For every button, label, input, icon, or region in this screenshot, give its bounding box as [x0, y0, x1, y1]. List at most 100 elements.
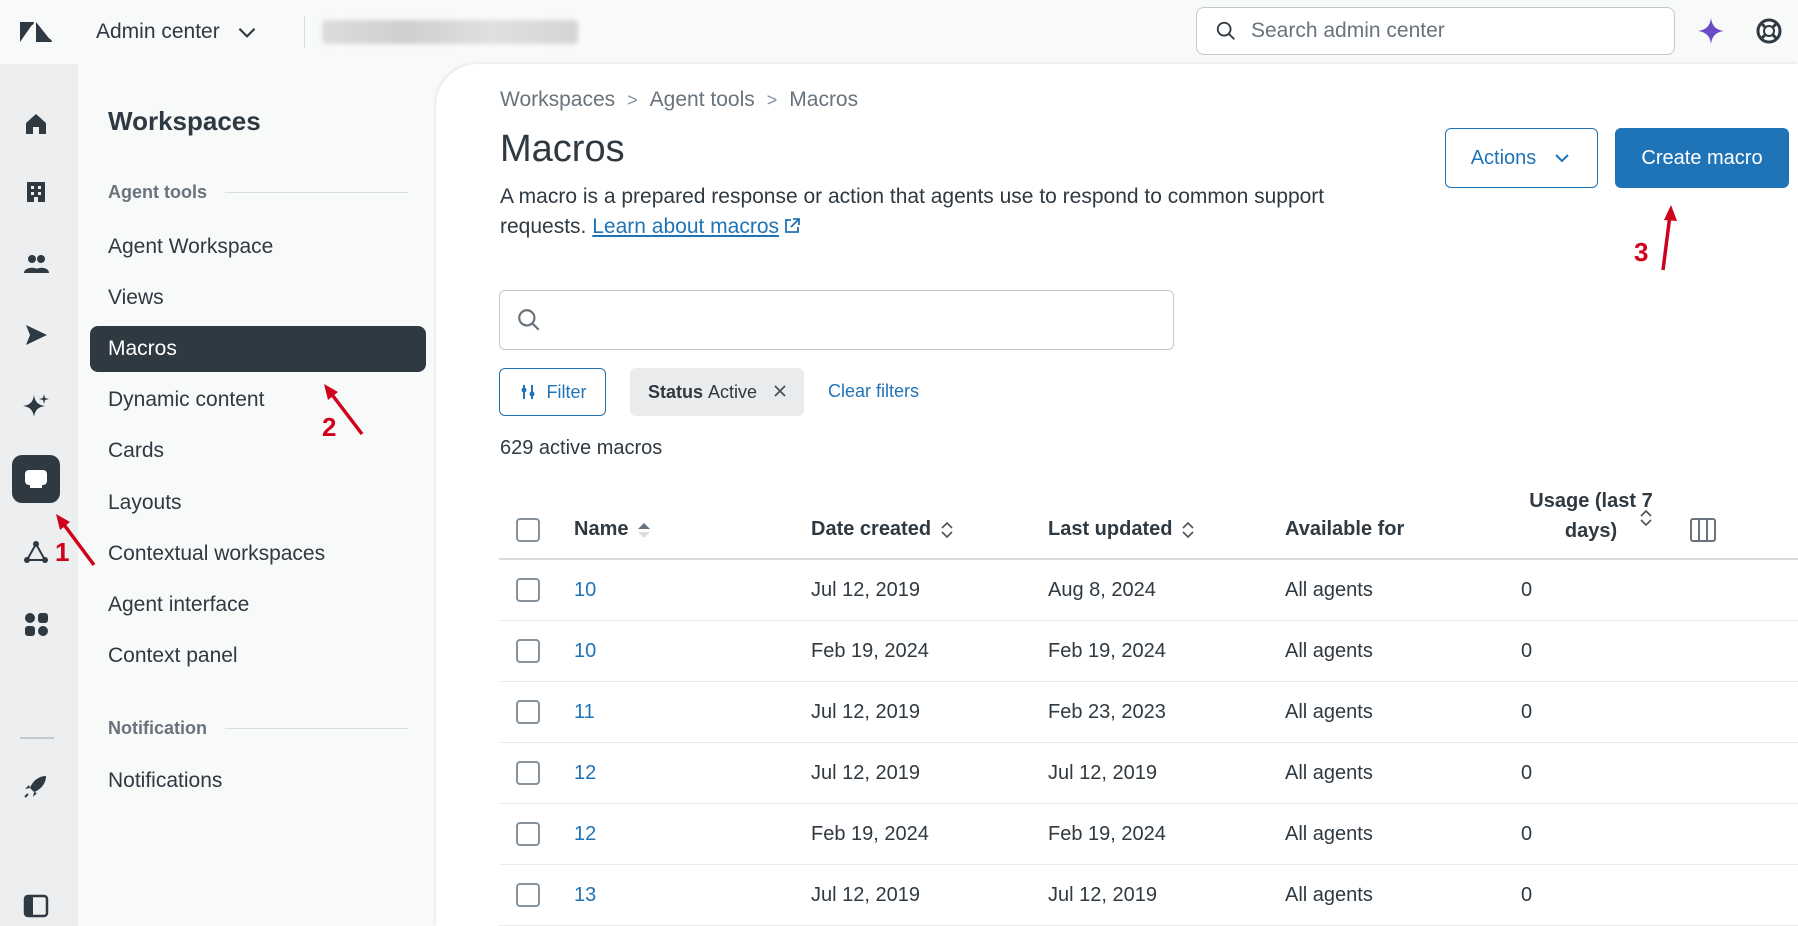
- usage-cell: 0: [1521, 823, 1533, 845]
- chip-key: Status: [648, 381, 704, 402]
- column-last-updated[interactable]: Last updated: [1048, 518, 1196, 541]
- apps-icon[interactable]: [16, 604, 56, 644]
- actions-label: Actions: [1470, 146, 1537, 169]
- usage-cell: 0: [1521, 762, 1533, 784]
- macro-name-link[interactable]: 12: [574, 823, 596, 846]
- subnav-item-context-panel[interactable]: Context panel: [90, 633, 426, 679]
- zendesk-logo-icon[interactable]: [18, 18, 54, 46]
- rail-divider: [20, 737, 54, 739]
- sparkle-icon[interactable]: [16, 386, 56, 426]
- chevron-down-icon: [1555, 154, 1570, 163]
- column-usage-label: Usage (last 7 days): [1529, 490, 1653, 542]
- available-for-cell: All agents: [1285, 701, 1373, 723]
- subnav-item-contextual-workspaces[interactable]: Contextual workspaces: [90, 531, 426, 577]
- macros-table: Name Date created Last updated Available…: [499, 478, 1798, 926]
- section-label: Agent tools: [108, 182, 207, 202]
- row-checkbox[interactable]: [516, 822, 540, 846]
- people-icon[interactable]: [16, 244, 56, 284]
- learn-about-macros-link[interactable]: Learn about macros: [592, 215, 779, 238]
- clear-filters-link[interactable]: Clear filters: [828, 381, 919, 402]
- sort-ascending-icon: [638, 522, 651, 538]
- actions-button[interactable]: Actions: [1445, 128, 1598, 188]
- annotation-number-3: 3: [1634, 237, 1649, 267]
- table-row[interactable]: 11 Jul 12, 2019 Feb 23, 2023 All agents …: [499, 682, 1798, 743]
- subnav-item-dynamic-content[interactable]: Dynamic content: [90, 377, 426, 423]
- filter-button[interactable]: Filter: [499, 368, 606, 416]
- macro-name-link[interactable]: 11: [574, 701, 595, 724]
- sort-icon: [1182, 521, 1195, 538]
- subnav-item-agent-workspace[interactable]: Agent Workspace: [90, 224, 426, 270]
- building-icon[interactable]: [16, 172, 56, 212]
- row-checkbox[interactable]: [516, 578, 540, 602]
- row-checkbox[interactable]: [516, 883, 540, 907]
- last-updated-cell: Feb 19, 2024: [1048, 823, 1166, 845]
- status-filter-chip: Status Active: [630, 368, 804, 416]
- subnav-item-views[interactable]: Views: [90, 275, 426, 321]
- create-macro-button[interactable]: Create macro: [1615, 128, 1789, 188]
- objects-icon[interactable]: [16, 532, 56, 572]
- macro-name-link[interactable]: 13: [574, 884, 596, 907]
- page-description: A macro is a prepared response or action…: [500, 182, 1380, 242]
- rocket-icon[interactable]: [16, 766, 56, 806]
- send-icon[interactable]: [16, 315, 56, 355]
- subnav-item-cards[interactable]: Cards: [90, 428, 426, 474]
- close-icon[interactable]: [770, 381, 790, 401]
- main-panel: Workspaces > Agent tools > Macros Macros…: [436, 64, 1798, 926]
- ai-sparkle-icon[interactable]: [1696, 16, 1726, 46]
- sidebar-toggle-icon[interactable]: [16, 886, 56, 926]
- table-row[interactable]: 12 Feb 19, 2024 Feb 19, 2024 All agents …: [499, 804, 1798, 865]
- breadcrumb-separator: >: [766, 89, 778, 110]
- external-link-icon: [785, 218, 800, 233]
- product-label: Admin center: [96, 20, 220, 43]
- top-bar: Admin center Search admin center: [0, 0, 1798, 64]
- table-row[interactable]: 13 Jul 12, 2019 Jul 12, 2019 All agents …: [499, 865, 1798, 926]
- subnav-item-notifications[interactable]: Notifications: [90, 758, 426, 804]
- subnav-item-layouts[interactable]: Layouts: [90, 480, 426, 526]
- section-agent-tools: Agent tools: [108, 182, 408, 203]
- usage-cell: 0: [1521, 640, 1533, 662]
- table-row[interactable]: 12 Jul 12, 2019 Jul 12, 2019 All agents …: [499, 743, 1798, 804]
- topbar-divider: [304, 16, 305, 48]
- date-created-cell: Jul 12, 2019: [811, 884, 920, 906]
- select-all-checkbox[interactable]: [516, 518, 540, 542]
- section-notification: Notification: [108, 718, 408, 739]
- subnav-item-macros[interactable]: Macros: [90, 326, 426, 372]
- filter-sliders-icon: [521, 385, 534, 399]
- date-created-cell: Feb 19, 2024: [811, 823, 929, 845]
- breadcrumb-macros: Macros: [789, 88, 859, 111]
- available-for-cell: All agents: [1285, 884, 1373, 906]
- macro-name-link[interactable]: 10: [574, 640, 596, 663]
- subnav-item-agent-interface[interactable]: Agent interface: [90, 582, 426, 628]
- date-created-cell: Jul 12, 2019: [811, 701, 920, 723]
- macro-name-link[interactable]: 10: [574, 579, 596, 602]
- row-checkbox[interactable]: [516, 761, 540, 785]
- available-for-cell: All agents: [1285, 579, 1373, 601]
- help-icon[interactable]: [1754, 16, 1784, 46]
- column-available-for-label: Available for: [1285, 518, 1405, 540]
- breadcrumb-workspaces[interactable]: Workspaces: [500, 88, 615, 112]
- date-created-cell: Feb 19, 2024: [811, 640, 929, 662]
- row-checkbox[interactable]: [516, 700, 540, 724]
- row-checkbox[interactable]: [516, 639, 540, 663]
- column-date-created[interactable]: Date created: [811, 518, 955, 541]
- table-row[interactable]: 10 Jul 12, 2019 Aug 8, 2024 All agents 0: [499, 560, 1798, 621]
- usage-cell: 0: [1521, 701, 1533, 723]
- admin-search-input[interactable]: Search admin center: [1196, 7, 1675, 55]
- date-created-cell: Jul 12, 2019: [811, 579, 920, 601]
- macro-search-input[interactable]: [499, 290, 1174, 350]
- macro-count: 629 active macros: [500, 437, 663, 459]
- product-switcher[interactable]: Admin center: [96, 19, 260, 45]
- breadcrumb-agent-tools[interactable]: Agent tools: [650, 88, 755, 112]
- sort-icon[interactable]: [1638, 508, 1654, 528]
- home-icon[interactable]: [16, 104, 56, 144]
- search-placeholder: Search admin center: [1251, 19, 1445, 42]
- available-for-cell: All agents: [1285, 823, 1373, 845]
- column-date-created-label: Date created: [811, 518, 932, 540]
- table-row[interactable]: 10 Feb 19, 2024 Feb 19, 2024 All agents …: [499, 621, 1798, 682]
- last-updated-cell: Aug 8, 2024: [1048, 579, 1156, 601]
- macro-name-link[interactable]: 12: [574, 762, 596, 785]
- available-for-cell: All agents: [1285, 640, 1373, 662]
- column-name[interactable]: Name: [574, 518, 652, 541]
- workspace-icon[interactable]: [12, 455, 60, 503]
- column-settings-icon[interactable]: [1689, 516, 1717, 544]
